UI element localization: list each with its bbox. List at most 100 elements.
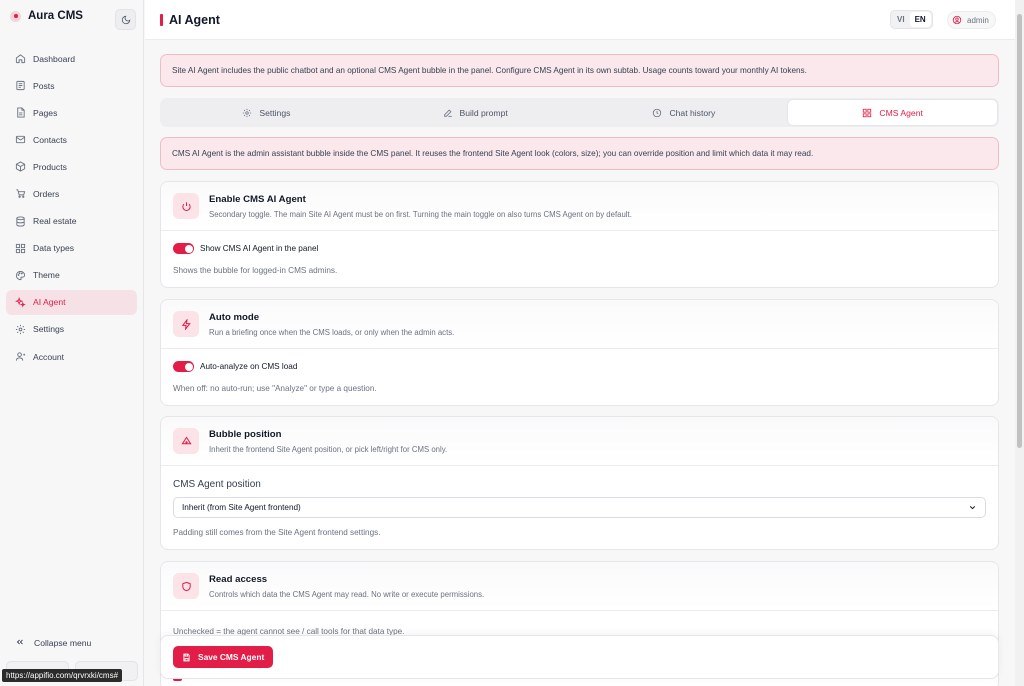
sidebar-item-label: Dashboard <box>33 53 76 64</box>
card-title: Bubble position <box>209 429 282 440</box>
sidebar-item-label: Theme <box>33 270 60 281</box>
cms-agent-position-select[interactable]: Inherit (from Site Agent frontend) <box>173 497 986 518</box>
toggle-label: Auto-analyze on CMS load <box>200 362 298 371</box>
title-accent-bar <box>160 14 163 26</box>
sidebar-item-label: Contacts <box>33 134 67 145</box>
card-title: Auto mode <box>209 312 260 323</box>
card-body: Auto-analyze on CMS load When off: no au… <box>161 349 998 405</box>
lang-vi-button[interactable]: VI <box>892 12 910 27</box>
status-url-tooltip: https://appifio.com/qrvrxki/cms# <box>2 669 123 682</box>
select-value: Inherit (from Site Agent frontend) <box>182 503 301 512</box>
sidebar-item-posts[interactable]: Posts <box>6 73 137 98</box>
sidebar-item-label: Pages <box>33 107 58 118</box>
pen-icon <box>443 108 452 117</box>
power-icon <box>173 193 199 219</box>
sidebar-item-theme[interactable]: Theme <box>6 263 137 288</box>
theme-toggle-button[interactable] <box>115 9 136 30</box>
home-icon <box>15 53 26 64</box>
page-title-text: AI Agent <box>169 13 220 27</box>
sidebar-item-account[interactable]: Account <box>6 344 137 369</box>
sparkle-icon <box>15 296 26 308</box>
card-body: Show CMS AI Agent in the panel Shows the… <box>161 231 998 287</box>
sidebar-item-settings[interactable]: Settings <box>6 317 137 342</box>
tab-label: Chat history <box>669 107 716 118</box>
card-body: CMS Agent position Inherit (from Site Ag… <box>161 466 998 549</box>
card-subtitle: Inherit the frontend Site Agent position… <box>209 445 448 454</box>
sidebar: Aura CMS Dashboard Posts Pages Contacts … <box>0 0 144 686</box>
box-icon <box>15 161 26 172</box>
sidebar-item-ai-agent[interactable]: AI Agent <box>6 289 137 315</box>
app-name: Aura CMS <box>28 10 83 22</box>
bubble-position-card: Bubble position Inherit the frontend Sit… <box>160 416 999 550</box>
chevron-down-icon <box>969 506 976 510</box>
top-header: AI Agent VI EN admin <box>145 0 1015 40</box>
clock-icon <box>653 108 662 117</box>
ai-agent-tabs: Settings Build prompt Chat history CMS A… <box>160 98 999 127</box>
hint-text: Shows the bubble for logged-in CMS admin… <box>173 266 338 275</box>
document-icon <box>15 80 26 91</box>
chevrons-left-icon <box>15 637 25 649</box>
sidebar-item-contacts[interactable]: Contacts <box>6 127 137 152</box>
auto-analyze-toggle-row: Auto-analyze on CMS load <box>173 361 986 372</box>
card-header: Bubble position Inherit the frontend Sit… <box>161 417 998 466</box>
sidebar-item-orders[interactable]: Orders <box>6 181 137 206</box>
sidebar-item-label: Settings <box>33 324 65 335</box>
user-icon <box>15 351 26 362</box>
bubble-icon <box>173 428 199 454</box>
tab-label: Settings <box>259 107 291 118</box>
gear-icon <box>243 108 252 117</box>
tab-build-prompt[interactable]: Build prompt <box>371 100 580 125</box>
sidebar-item-pages[interactable]: Pages <box>6 100 137 125</box>
sidebar-nav: Dashboard Posts Pages Contacts Products … <box>6 46 137 371</box>
show-cms-agent-toggle[interactable] <box>173 243 194 254</box>
page-scrollbar[interactable] <box>1015 0 1024 686</box>
grid-icon <box>15 243 26 254</box>
shield-icon <box>173 573 199 599</box>
card-title: Read access <box>209 574 268 585</box>
hint-text: Padding still comes from the Site Agent … <box>173 528 381 537</box>
sidebar-item-label: Products <box>33 161 67 172</box>
username: admin <box>967 15 989 25</box>
sidebar-item-real-estate[interactable]: Real estate <box>6 209 137 234</box>
card-subtitle: Run a briefing once when the CMS loads, … <box>209 328 455 337</box>
gear-icon <box>15 324 26 335</box>
card-subtitle: Secondary toggle. The main Site AI Agent… <box>209 210 632 219</box>
sidebar-item-label: Posts <box>33 80 55 91</box>
sidebar-item-label: Data types <box>33 243 75 254</box>
sidebar-item-dashboard[interactable]: Dashboard <box>6 46 137 71</box>
save-button-label: Save CMS Agent <box>198 652 265 662</box>
sidebar-item-data-types[interactable]: Data types <box>6 236 137 261</box>
user-circle-icon <box>952 15 962 25</box>
collapse-menu-button[interactable]: Collapse menu <box>15 637 91 649</box>
lightning-icon <box>173 311 199 337</box>
tab-chat-history[interactable]: Chat history <box>580 100 789 125</box>
logo-icon <box>10 10 21 22</box>
save-bar: Save CMS Agent <box>160 635 999 679</box>
database-icon <box>15 216 26 227</box>
user-menu[interactable]: admin <box>947 11 996 29</box>
toggle-label: Show CMS AI Agent in the panel <box>200 244 319 253</box>
auto-mode-card: Auto mode Run a briefing once when the C… <box>160 299 999 406</box>
mail-icon <box>15 134 26 145</box>
cart-icon <box>15 188 26 199</box>
grid-icon <box>863 108 872 117</box>
file-icon <box>15 107 26 118</box>
show-cms-agent-toggle-row: Show CMS AI Agent in the panel <box>173 243 986 254</box>
brand[interactable]: Aura CMS <box>10 10 83 22</box>
palette-icon <box>15 270 26 281</box>
sidebar-item-label: Orders <box>33 188 60 199</box>
tab-label: Build prompt <box>459 107 508 118</box>
sidebar-item-label: AI Agent <box>33 297 66 308</box>
page-title: AI Agent <box>160 13 220 27</box>
sidebar-item-products[interactable]: Products <box>6 154 137 179</box>
tab-label: CMS Agent <box>879 107 923 118</box>
cms-agent-banner-text: CMS AI Agent is the admin assistant bubb… <box>172 149 814 158</box>
card-header: Read access Controls which data the CMS … <box>161 562 998 611</box>
lang-en-button[interactable]: EN <box>909 12 931 27</box>
tab-cms-agent[interactable]: CMS Agent <box>788 100 997 125</box>
cms-agent-position-label: CMS Agent position <box>173 479 261 490</box>
auto-analyze-toggle[interactable] <box>173 361 194 372</box>
scrollbar-thumb[interactable] <box>1017 14 1022 448</box>
tab-settings[interactable]: Settings <box>162 100 371 125</box>
save-cms-agent-button[interactable]: Save CMS Agent <box>173 646 274 668</box>
